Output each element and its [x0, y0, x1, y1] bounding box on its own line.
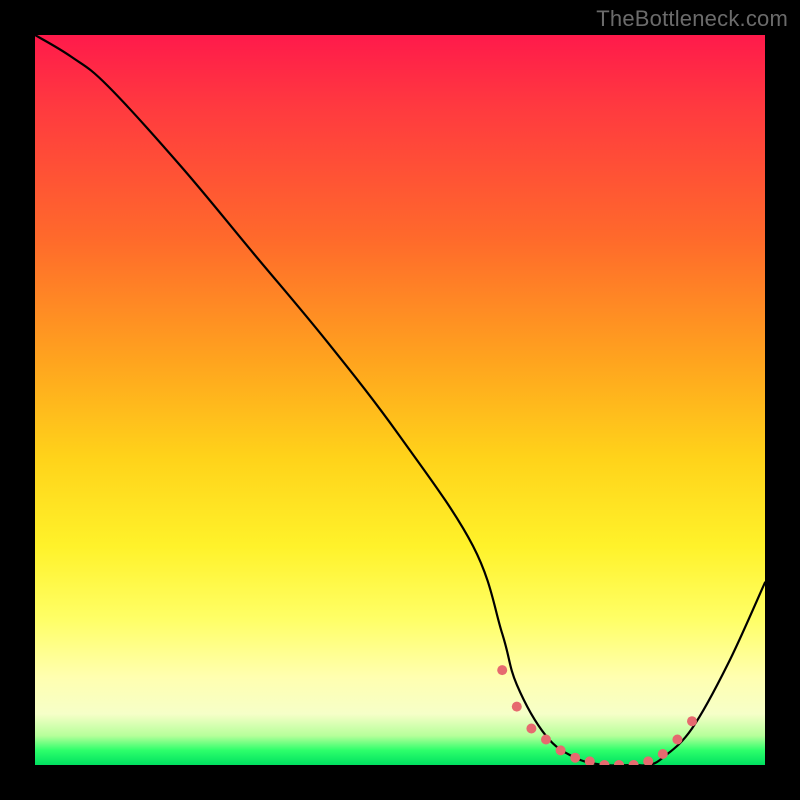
valley-dot: [614, 760, 624, 765]
valley-dot: [541, 735, 551, 745]
valley-dot: [672, 735, 682, 745]
valley-dot: [512, 702, 522, 712]
curve-layer: [35, 35, 765, 765]
bottleneck-curve: [35, 35, 765, 765]
valley-dot: [570, 753, 580, 763]
valley-dot: [629, 760, 639, 765]
valley-dot: [497, 665, 507, 675]
valley-dot: [585, 756, 595, 765]
valley-dots-group: [497, 665, 697, 765]
valley-dot: [556, 745, 566, 755]
watermark-text: TheBottleneck.com: [596, 6, 788, 32]
valley-dot: [643, 756, 653, 765]
chart-stage: TheBottleneck.com: [0, 0, 800, 800]
plot-area: [35, 35, 765, 765]
valley-dot: [526, 724, 536, 734]
valley-dot: [599, 760, 609, 765]
valley-dot: [658, 749, 668, 759]
valley-dot: [687, 716, 697, 726]
